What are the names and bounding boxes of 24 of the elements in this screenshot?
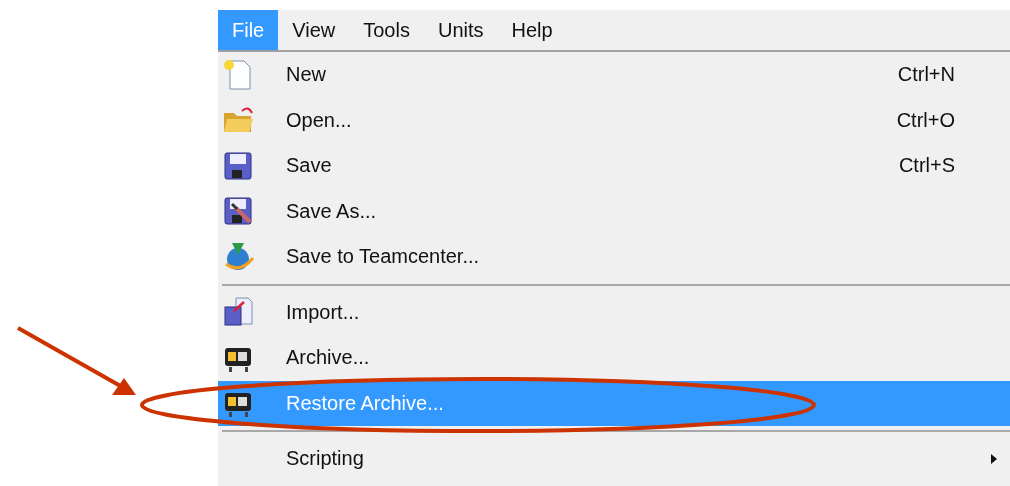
menu-item[interactable]: Save Ctrl+S [218, 143, 1010, 189]
menu-item-label: Save As... [286, 199, 378, 223]
menu-item-label: Scripting [286, 447, 365, 471]
menu-item-label: Restore Archive... [286, 391, 445, 415]
menu-item[interactable]: Import... [218, 289, 1010, 335]
menu-item-label: Import... [286, 300, 361, 324]
menu-item[interactable]: Open... Ctrl+O [218, 97, 1010, 143]
shortcut-text: Ctrl+N [897, 63, 955, 87]
menu-item-label: Save [286, 154, 333, 178]
menu-bar-item[interactable]: Help [497, 10, 567, 50]
menu-item[interactable]: New Ctrl+N [218, 52, 1010, 98]
shortcut-text: Ctrl+O [896, 108, 955, 132]
menu-item-label: Archive... [286, 346, 371, 370]
menu-item[interactable]: Scripting [218, 436, 1010, 482]
shortcut-text: Ctrl+S [898, 154, 955, 178]
menu-bar-item[interactable]: Units [423, 10, 498, 50]
menu-item-label: Save to Teamcenter... [286, 245, 481, 269]
menu-bar-item[interactable]: Tools [349, 10, 424, 50]
menu-item[interactable]: Save As... [218, 188, 1010, 234]
menu-bar-item[interactable]: View [278, 10, 350, 50]
menu-item-label: New [286, 63, 327, 87]
menu-item-label: Open... [286, 108, 353, 132]
menu-item[interactable]: Archive... [218, 335, 1010, 381]
menu-item[interactable]: Save to Teamcenter... [218, 234, 1010, 280]
